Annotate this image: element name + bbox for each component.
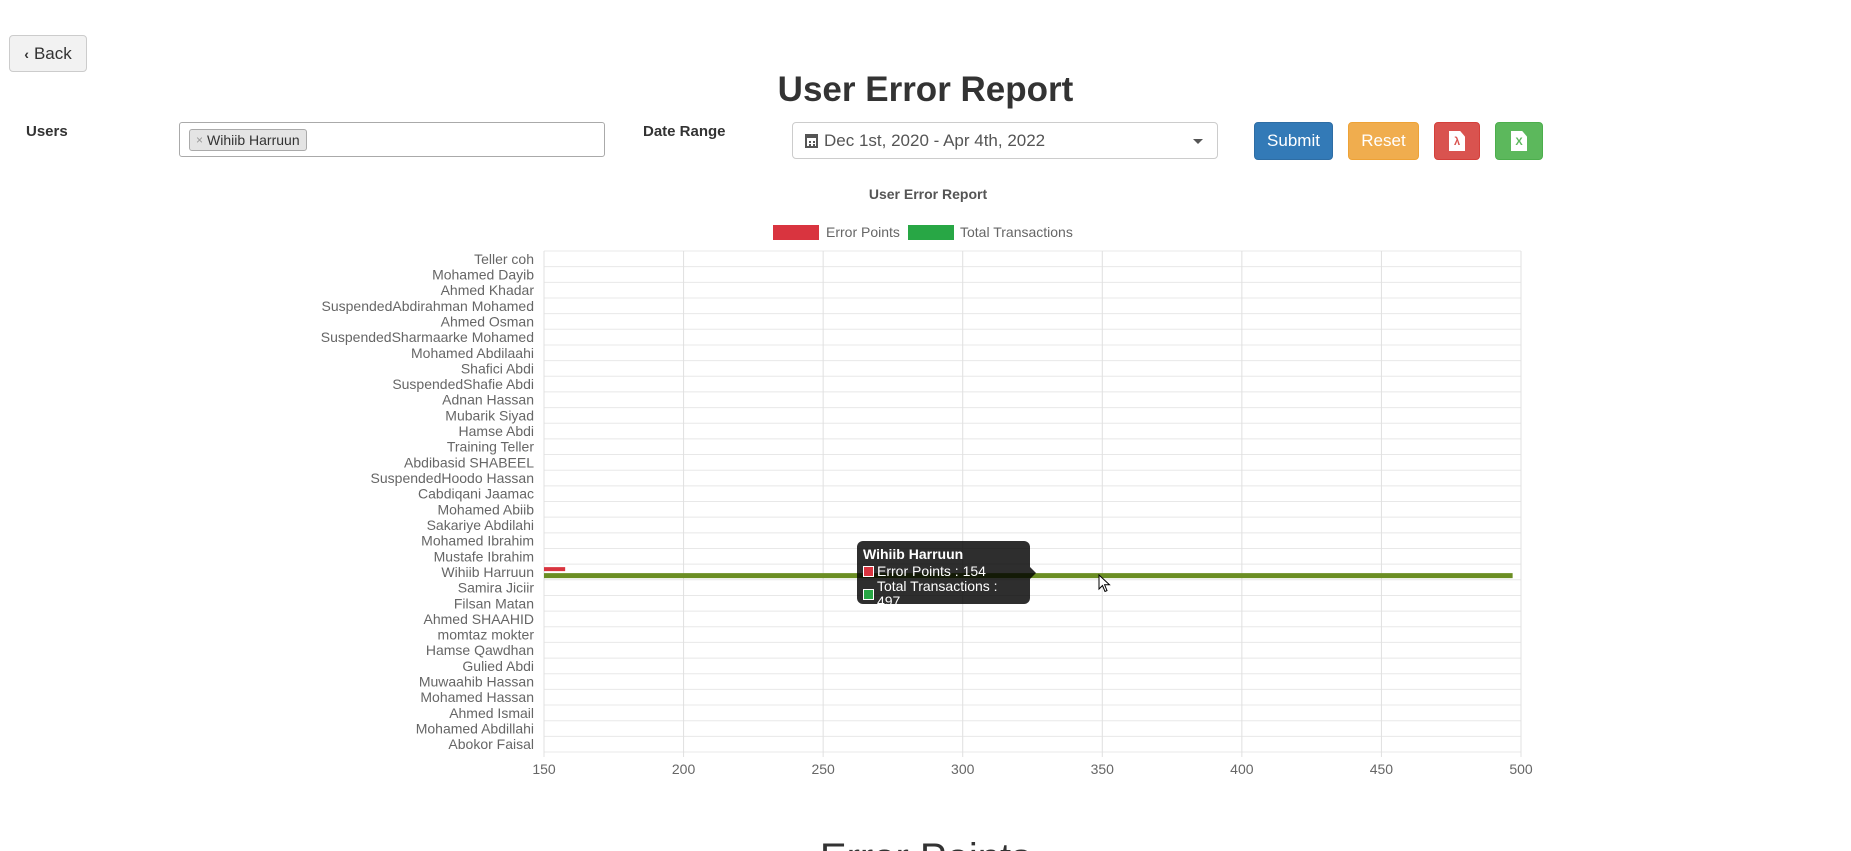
y-category-label: Ahmed SHAAHID bbox=[424, 611, 534, 627]
y-category-label: SuspendedSharmaarke Mohamed bbox=[321, 329, 534, 345]
y-category-label: Adnan Hassan bbox=[442, 392, 534, 408]
legend-label-error-points: Error Points bbox=[826, 224, 900, 240]
y-category-label: Hamse Qawdhan bbox=[426, 642, 534, 658]
y-category-label: Sakariye Abdilahi bbox=[427, 517, 534, 533]
y-category-label: Teller coh bbox=[474, 251, 534, 267]
y-category-label: SuspendedAbdirahman Mohamed bbox=[322, 298, 534, 314]
user-error-chart: User Error Report Error Points Total Trans… bbox=[321, 186, 1533, 777]
y-category-label: Mubarik Siyad bbox=[445, 407, 534, 423]
chart-tooltip: Wihiib Harruun Error Points : 154 Total … bbox=[857, 541, 1036, 609]
legend-swatch-error-points bbox=[773, 225, 819, 240]
y-category-label: Muwaahib Hassan bbox=[419, 674, 534, 690]
x-tick-label: 400 bbox=[1230, 761, 1254, 777]
y-category-label: Mohamed Dayib bbox=[432, 266, 534, 282]
y-category-label: Gulied Abdi bbox=[462, 658, 534, 674]
error-points-heading: Error Points bbox=[0, 836, 1851, 851]
y-category-label: Mohamed Abdillahi bbox=[416, 721, 534, 737]
y-category-label: Mohamed Abdilaahi bbox=[411, 345, 534, 361]
y-category-label: Shafici Abdi bbox=[461, 360, 534, 376]
page: ‹ Back User Error Report Users × Wihiib … bbox=[0, 0, 1851, 851]
legend-label-total-transactions: Total Transactions bbox=[960, 224, 1073, 240]
tooltip-swatch-error bbox=[863, 566, 874, 577]
mouse-cursor-icon bbox=[1098, 574, 1111, 593]
y-category-label: Abokor Faisal bbox=[448, 736, 534, 752]
y-category-label: Filsan Matan bbox=[454, 595, 534, 611]
y-category-label: Wihiib Harruun bbox=[441, 564, 534, 580]
y-category-label: Training Teller bbox=[447, 439, 534, 455]
tooltip-title: Wihiib Harruun bbox=[863, 546, 964, 562]
x-tick-label: 450 bbox=[1370, 761, 1394, 777]
y-category-label: Abdibasid SHABEEL bbox=[404, 454, 534, 470]
x-tick-label: 500 bbox=[1509, 761, 1533, 777]
x-tick-label: 200 bbox=[672, 761, 696, 777]
y-category-label: Mohamed Hassan bbox=[420, 689, 534, 705]
chart-title: User Error Report bbox=[869, 186, 988, 202]
x-tick-label: 350 bbox=[1091, 761, 1115, 777]
y-category-label: Ahmed Osman bbox=[441, 313, 534, 329]
y-category-label: Mohamed Abiib bbox=[437, 501, 534, 517]
tooltip-row-error: Error Points : 154 bbox=[863, 564, 1024, 579]
tooltip-error-label: Error Points : 154 bbox=[877, 563, 986, 579]
tooltip-transactions-label: Total Transactions : 497 bbox=[876, 578, 998, 609]
y-category-label: Hamse Abdi bbox=[459, 423, 534, 439]
y-category-label: Mustafe Ibrahim bbox=[434, 548, 534, 564]
x-tick-label: 250 bbox=[811, 761, 835, 777]
y-category-label: Ahmed Khadar bbox=[441, 282, 535, 298]
y-category-label: SuspendedShafie Abdi bbox=[392, 376, 534, 392]
y-category-label: Mohamed Ibrahim bbox=[421, 533, 534, 549]
y-category-label: Samira Jiciir bbox=[458, 580, 535, 596]
legend-swatch-total-transactions bbox=[908, 225, 954, 240]
y-category-label: momtaz mokter bbox=[438, 627, 535, 643]
tooltip-row-transactions: Total Transactions : 497 bbox=[863, 579, 1024, 609]
bar-error-points bbox=[544, 567, 566, 572]
y-category-label: SuspendedHoodo Hassan bbox=[371, 470, 534, 486]
x-tick-label: 150 bbox=[532, 761, 556, 777]
y-category-label: Cabdiqani Jaamac bbox=[418, 486, 534, 502]
tooltip-swatch-transactions bbox=[863, 588, 874, 600]
x-tick-label: 300 bbox=[951, 761, 975, 777]
y-category-label: Ahmed Ismail bbox=[449, 705, 534, 721]
